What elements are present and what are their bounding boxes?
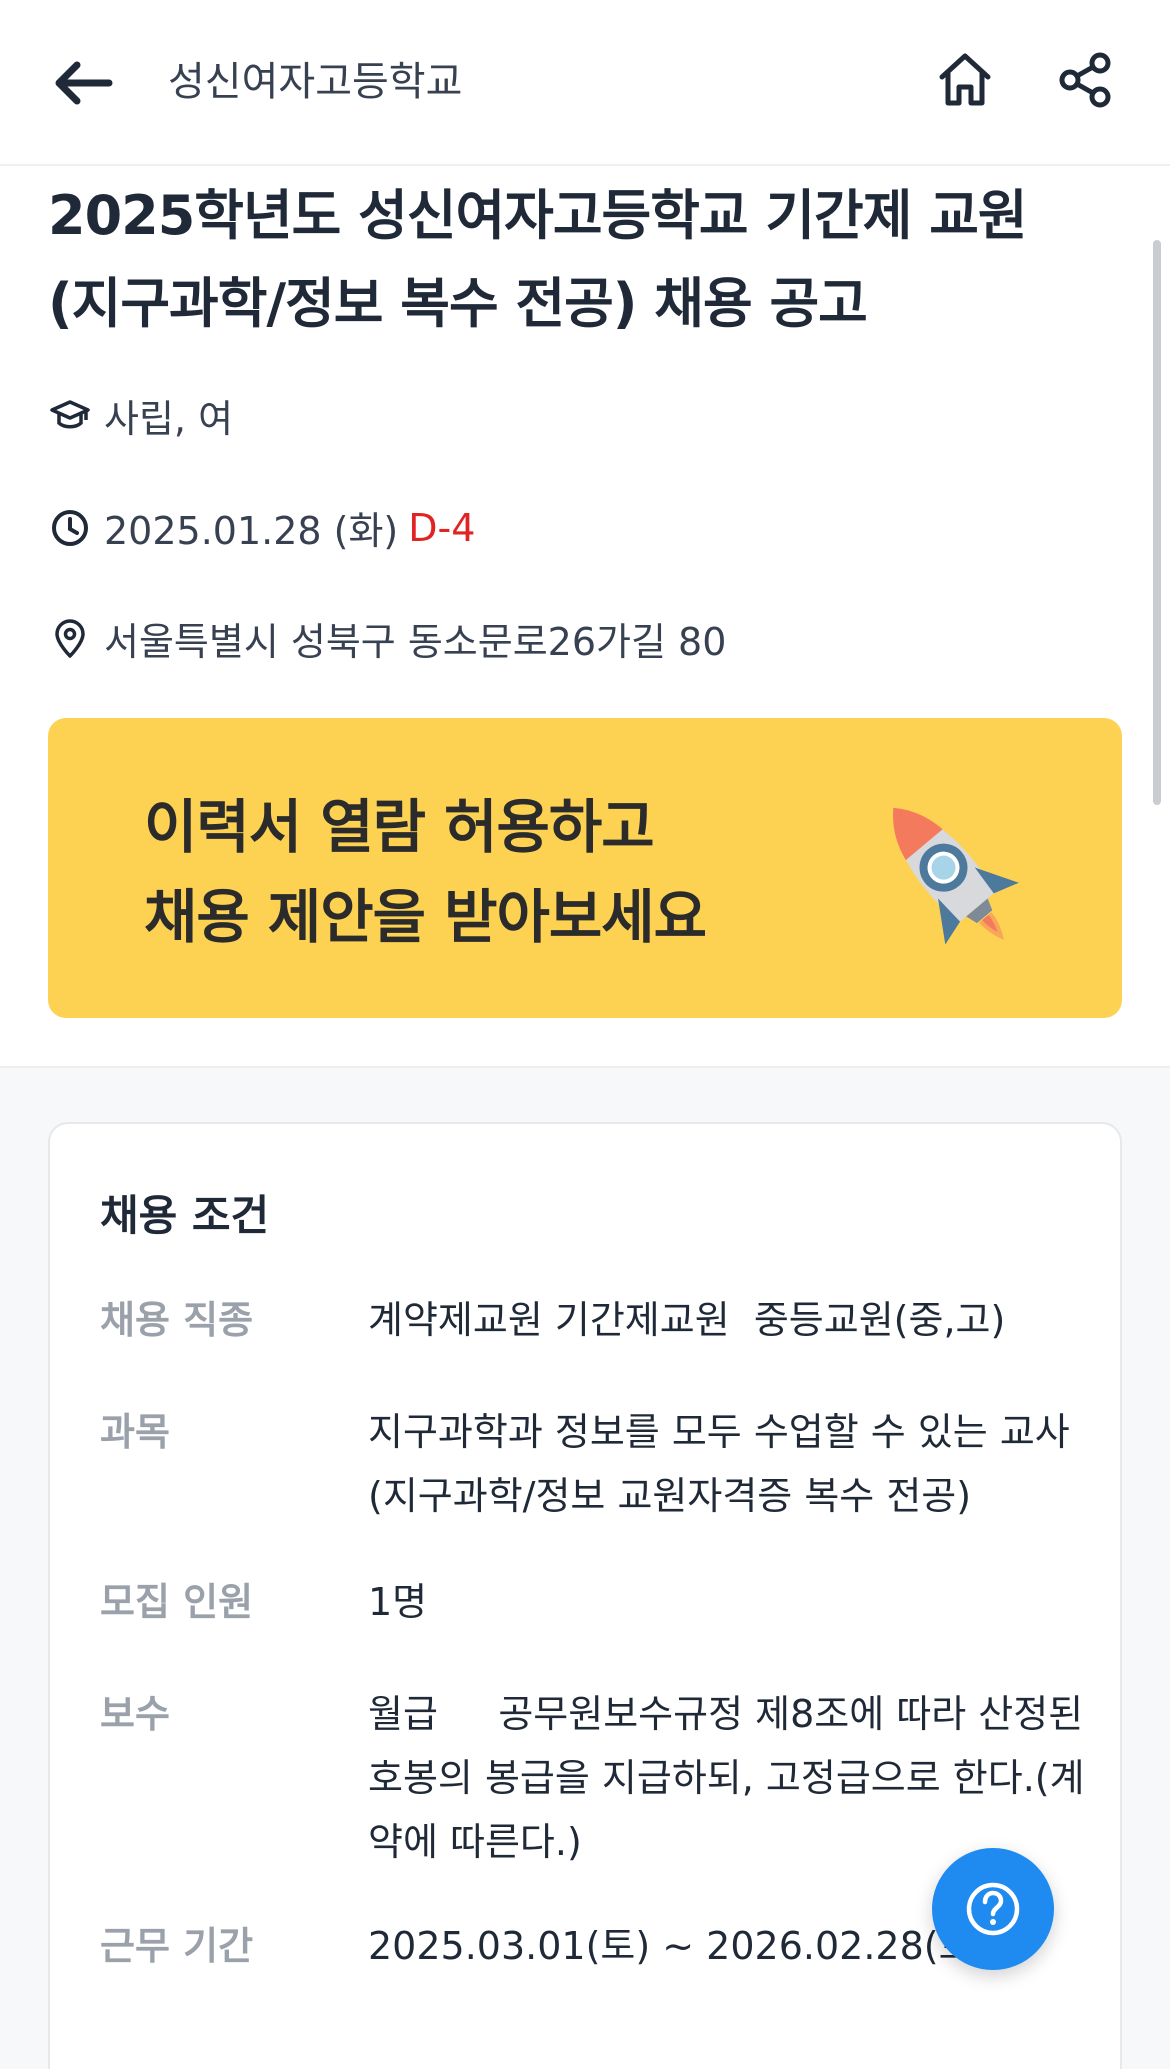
row-label-job-type: 채용 직종 <box>100 1298 254 1342</box>
row-value-headcount: 1명 <box>368 1580 428 1624</box>
deadline-date: 2025.01.28 (화) <box>104 509 399 553</box>
rocket-icon <box>893 807 1019 945</box>
arrow-left-icon <box>55 61 113 105</box>
row-label-subject: 과목 <box>100 1410 170 1454</box>
top-app-bar: 성신여자고등학교 <box>0 0 1170 166</box>
location-pin-icon <box>48 617 92 661</box>
row-value-subject: 지구과학과 정보를 모두 수업할 수 있는 교사(지구과학/정보 교원자격증 복… <box>368 1410 1070 1518</box>
address: 서울특별시 성북구 동소문로26가길 80 <box>104 620 727 664</box>
banner-line-1: 이력서 열람 허용하고 <box>144 793 655 861</box>
row-label-headcount: 모집 인원 <box>100 1580 254 1624</box>
share-icon <box>1059 52 1111 108</box>
school-type: 사립, 여 <box>104 397 234 441</box>
deadline-row: 2025.01.28 (화) D-4 <box>48 500 475 555</box>
dday-badge: D-4 <box>408 505 476 550</box>
share-button[interactable] <box>1050 45 1120 115</box>
help-button[interactable] <box>932 1848 1054 1970</box>
back-button[interactable] <box>48 48 118 118</box>
question-mark-icon <box>966 1882 1020 1936</box>
home-button[interactable] <box>930 45 1000 115</box>
graduation-cap-icon <box>48 394 92 438</box>
school-type-row: 사립, 여 <box>48 388 233 443</box>
banner-line-2: 채용 제안을 받아보세요 <box>144 883 707 951</box>
conditions-title: 채용 조건 <box>100 1191 270 1240</box>
row-label-salary: 보수 <box>100 1692 170 1736</box>
page-title: 성신여자고등학교 <box>168 59 463 105</box>
resume-open-banner[interactable]: 이력서 열람 허용하고 채용 제안을 받아보세요 <box>48 718 1122 1018</box>
scrollbar[interactable] <box>1153 240 1161 805</box>
job-title: 2025학년도 성신여자고등학교 기간제 교원 (지구과학/정보 복수 전공) … <box>48 184 1028 335</box>
clock-icon <box>48 506 92 550</box>
banner-text: 이력서 열람 허용하고 채용 제안을 받아보세요 <box>144 782 707 962</box>
row-value-job-type: 계약제교원 기간제교원 중등교원(중,고) <box>368 1298 1006 1342</box>
address-row: 서울특별시 성북구 동소문로26가길 80 <box>48 611 726 666</box>
row-label-work-period: 근무 기간 <box>100 1924 254 1968</box>
home-icon <box>939 53 991 106</box>
row-value-salary: 월급 공무원보수규정 제8조에 따라 산정된 호봉의 봉급을 지급하되, 고정급… <box>368 1692 1096 1864</box>
